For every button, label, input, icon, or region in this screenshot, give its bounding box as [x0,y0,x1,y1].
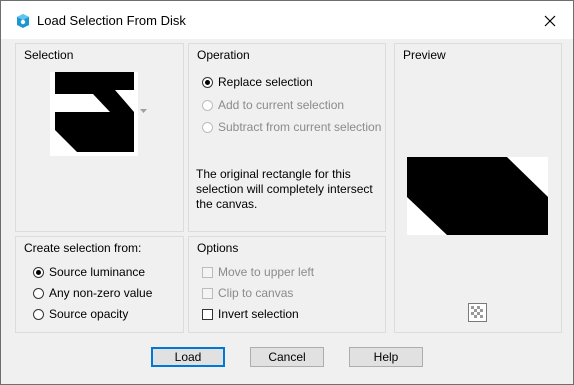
radio-source-opacity[interactable]: Source opacity [33,307,128,321]
radio-label: Any non-zero value [49,286,153,300]
checkbox-label: Move to upper left [218,265,315,279]
radio-button [202,99,213,111]
chevron-down-icon[interactable] [140,109,147,114]
operation-note: The original rectangle for this selectio… [196,167,373,211]
help-button[interactable]: Help [349,347,423,367]
radio-label: Source opacity [49,307,129,321]
radio-any-nonzero-value[interactable]: Any non-zero value [33,286,152,300]
window-title: Load Selection From Disk [37,13,186,28]
radio-replace-selection[interactable]: Replace selection [202,75,313,89]
radio-label: Subtract from current selection [218,120,382,134]
transparency-checker-icon[interactable] [468,303,487,322]
checkbox-clip-to-canvas: Clip to canvas [202,286,293,300]
radio-label: Add to current selection [218,98,345,112]
options-group-label: Options [197,241,239,255]
close-icon[interactable] [539,10,561,32]
radio-button [202,121,213,133]
checkbox [202,266,213,278]
radio-button[interactable] [33,266,44,278]
radio-source-luminance[interactable]: Source luminance [33,265,145,279]
radio-button[interactable] [33,308,44,320]
load-button[interactable]: Load [151,347,225,367]
radio-label: Source luminance [49,265,146,279]
checkbox-move-to-upper-left: Move to upper left [202,265,314,279]
cancel-button[interactable]: Cancel [250,347,324,367]
checkbox-invert-selection[interactable]: Invert selection [202,307,299,321]
checkbox[interactable] [202,308,213,320]
dialog-window: Load Selection From Disk Selection Opera… [0,0,574,385]
radio-label: Replace selection [218,75,313,89]
checkbox [202,287,213,299]
radio-button[interactable] [202,76,213,88]
title-bar: Load Selection From Disk [1,1,573,39]
checkbox-label: Invert selection [218,307,299,321]
radio-add-to-selection: Add to current selection [202,98,344,112]
preview-image [407,157,548,235]
preview-group-label: Preview [403,48,446,62]
app-icon [17,14,29,28]
selection-group-label: Selection [24,48,74,62]
checkbox-label: Clip to canvas [218,286,294,300]
selection-thumbnail[interactable] [50,72,138,156]
radio-subtract-from-selection: Subtract from current selection [202,120,381,134]
operation-group-label: Operation [197,48,250,62]
radio-button[interactable] [33,287,44,299]
create-from-group-label: Create selection from: [24,241,142,255]
